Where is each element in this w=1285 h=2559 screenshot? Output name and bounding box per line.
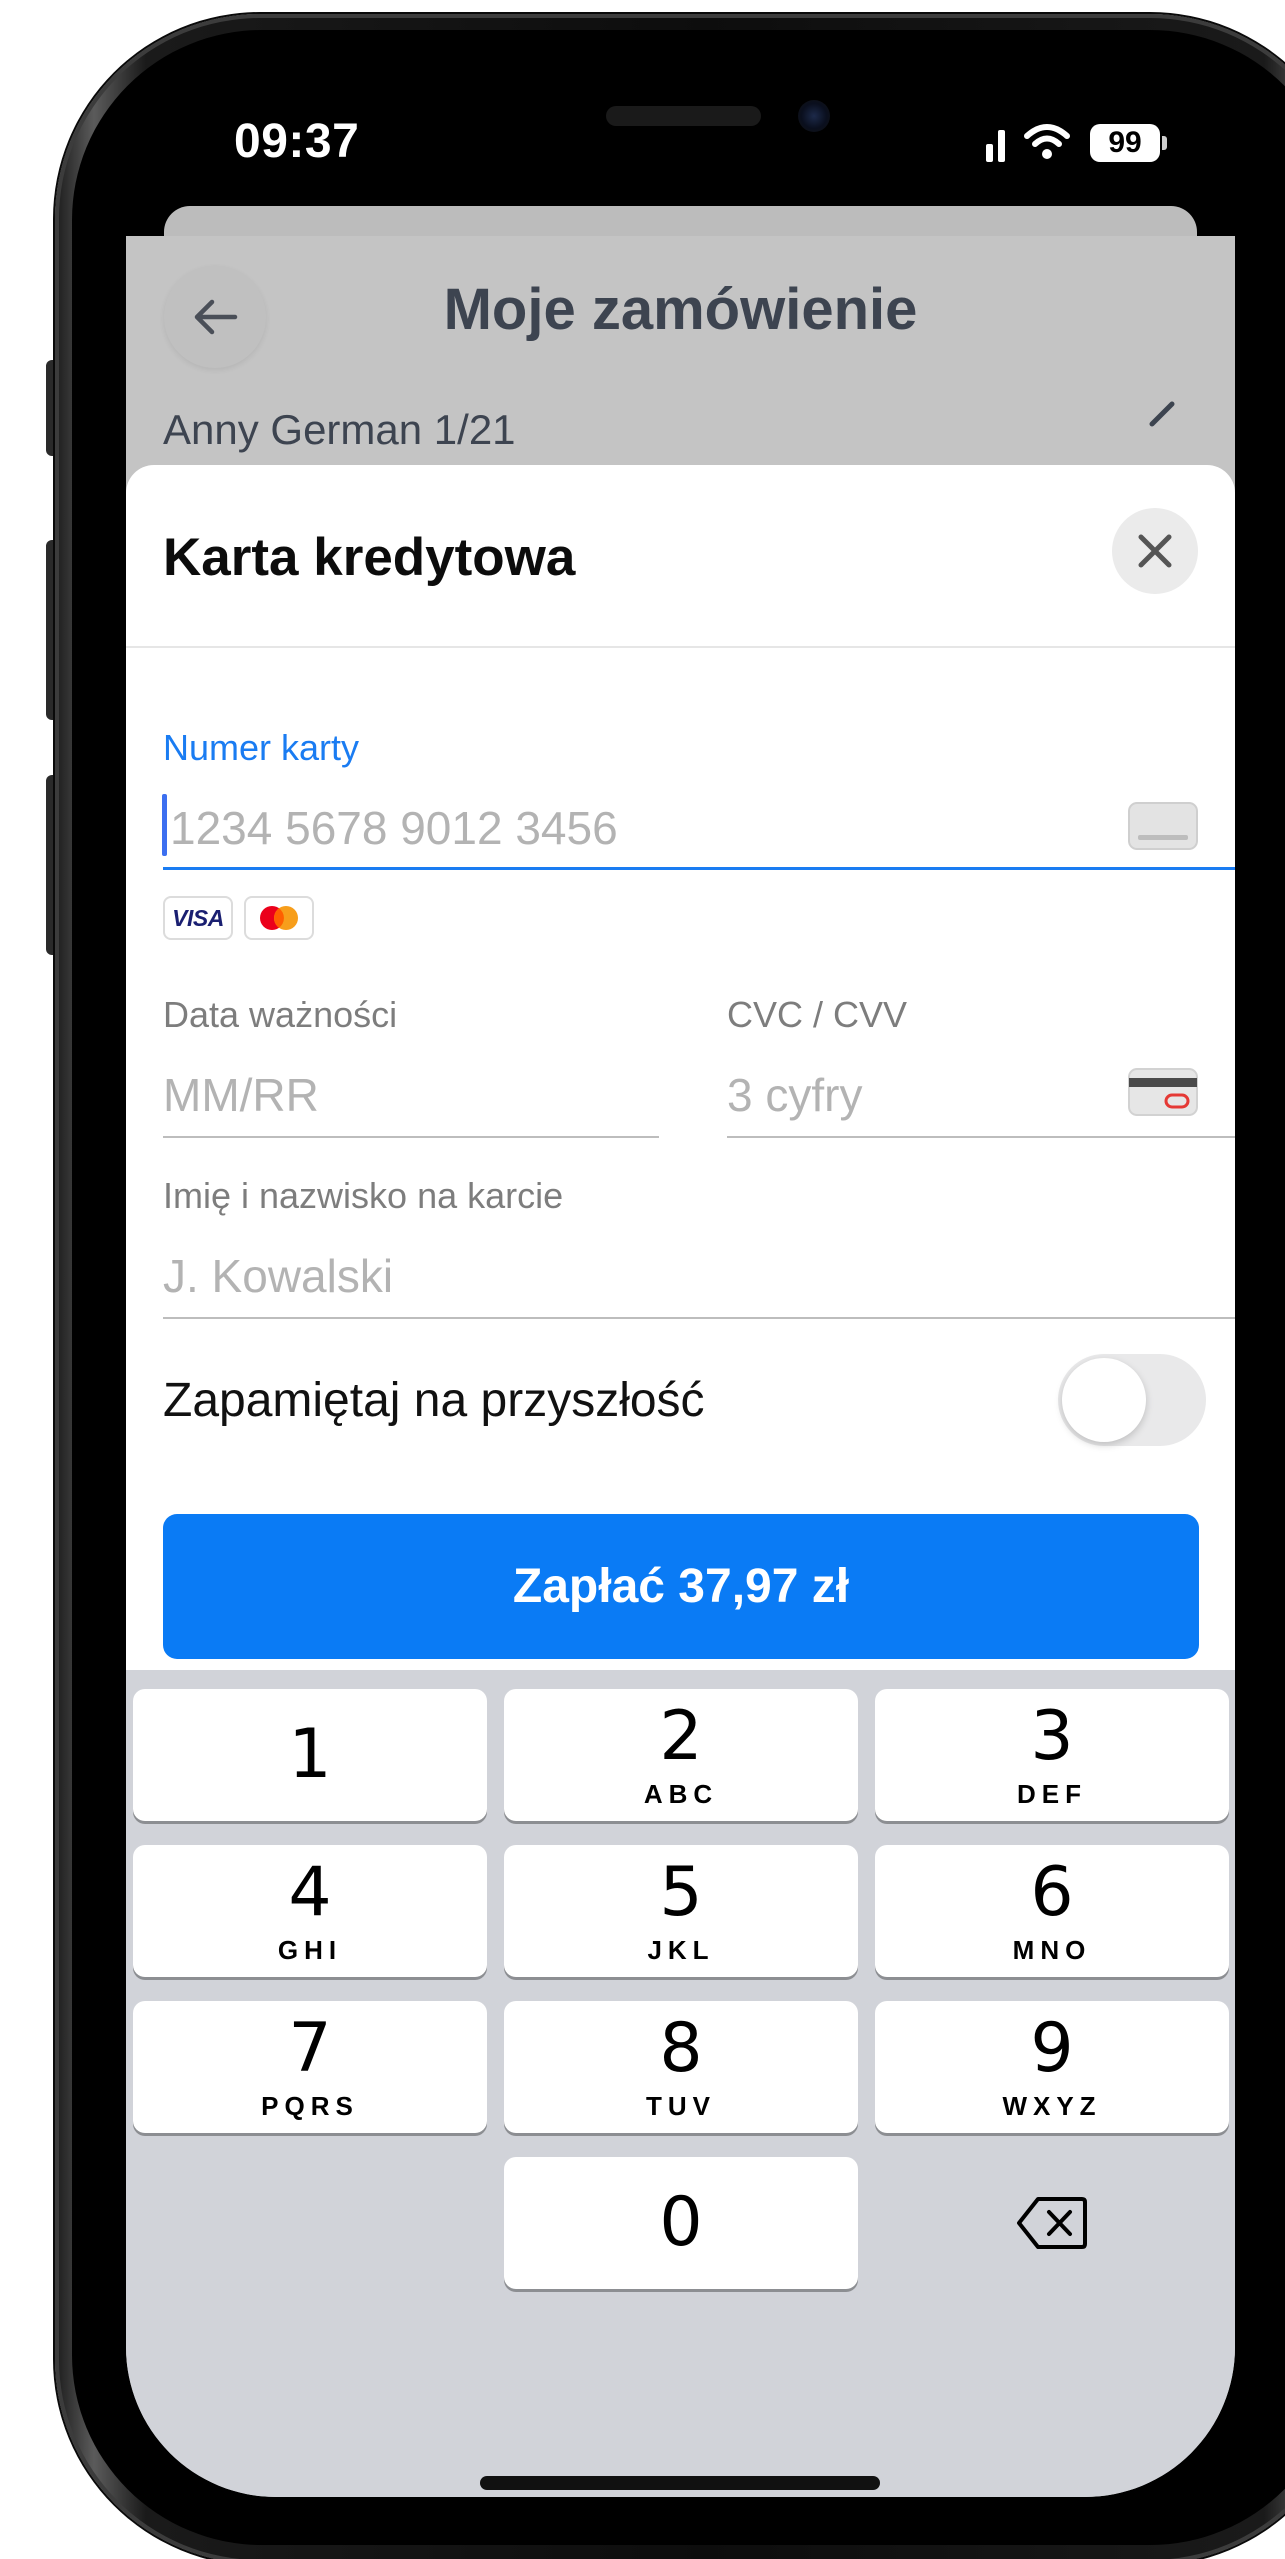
remember-label: Zapamiętaj na przyszłość [163,1374,705,1427]
cvc-card-icon [1128,1068,1198,1116]
signal-icon [986,130,1005,162]
speaker-grille [606,106,761,126]
key-4[interactable]: 4 GHI [133,1845,487,1977]
key-0[interactable]: 0 [504,2157,858,2289]
key-8[interactable]: 8 TUV [504,2001,858,2133]
cardholder-label: Imię i nazwisko na karcie [163,1175,564,1216]
key-1[interactable]: 1 [133,1689,487,1821]
key-5[interactable]: 5 JKL [504,1845,858,1977]
key-3[interactable]: 3 DEF [875,1689,1229,1821]
backspace-icon [1017,2197,1087,2249]
cvc-input[interactable]: 3 cyfry [727,1068,862,1122]
screen: Moje zamówienie Anny German 1/21 09:37 9… [126,56,1235,2497]
remember-toggle[interactable] [1058,1354,1206,1446]
close-button[interactable] [1112,508,1198,594]
page-title: Moje zamówienie [443,277,918,342]
mastercard-icon [260,906,298,930]
close-icon [1138,534,1172,568]
battery-level: 99 [1090,124,1160,162]
key-6[interactable]: 6 MNO [875,1845,1229,1977]
home-indicator[interactable] [480,2476,880,2490]
card-number-input[interactable]: 1234 5678 9012 3456 [170,801,618,855]
expiry-input[interactable]: MM/RR [163,1068,319,1122]
cardholder-underline [163,1317,1235,1319]
sheet-title: Karta kredytowa [163,528,576,587]
header-divider [126,646,1235,648]
battery-icon: 99 [1090,124,1168,162]
visa-badge: VISA [163,896,233,940]
delivery-address: Anny German 1/21 [163,406,516,453]
text-caret [162,794,167,856]
expiry-label: Data ważności [163,994,398,1035]
backspace-key[interactable] [875,2157,1229,2289]
card-payment-sheet: Karta kredytowa Numer karty 1234 5678 90… [126,465,1235,1670]
dynamic-island [371,86,991,206]
numeric-keyboard: 1 2 ABC 3 DEF 4 GHI 5 JKL 6 MNO 7 PQRS 8… [126,1670,1235,2497]
key-2[interactable]: 2 ABC [504,1689,858,1821]
key-9[interactable]: 9 WXYZ [875,2001,1229,2133]
cardholder-input[interactable]: J. Kowalski [163,1249,393,1303]
front-camera [798,100,830,132]
pay-button[interactable]: Zapłać 37,97 zł [163,1514,1199,1659]
status-time: 09:37 [234,115,360,168]
mastercard-badge [244,896,314,940]
card-number-label: Numer karty [163,727,360,768]
wifi-icon [1024,124,1070,159]
edit-icon[interactable] [1142,392,1182,432]
toggle-knob [1062,1358,1146,1442]
cvc-label: CVC / CVV [727,994,908,1035]
card-number-underline [163,867,1235,870]
cvc-underline [727,1136,1235,1138]
phone-stage: Moje zamówienie Anny German 1/21 09:37 9… [0,0,1285,2559]
expiry-underline [163,1136,659,1138]
card-icon [1128,802,1198,850]
key-7[interactable]: 7 PQRS [133,2001,487,2133]
status-bar: 09:37 99 [126,56,1235,206]
